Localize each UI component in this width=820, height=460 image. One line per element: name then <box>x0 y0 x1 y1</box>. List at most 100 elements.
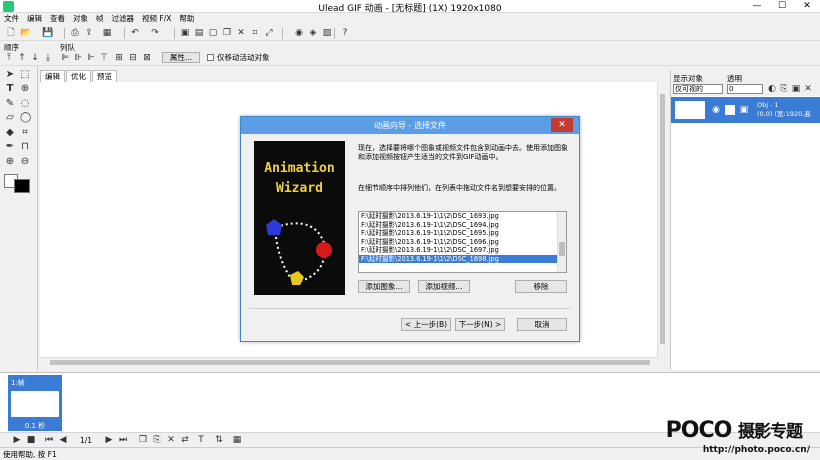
eyedropper-icon[interactable]: ✒ <box>5 142 15 152</box>
tween-icon[interactable]: ⇄ <box>180 435 190 445</box>
add-image-icon[interactable]: ▣ <box>180 28 190 38</box>
save-icon[interactable]: 💾 <box>42 28 53 38</box>
frame-select-icon[interactable]: ⊓ <box>20 142 30 152</box>
lock-box[interactable] <box>725 105 735 115</box>
menu-edit[interactable]: 编辑 <box>23 13 46 25</box>
close-button[interactable]: ✕ <box>794 0 820 13</box>
crop-tool-icon[interactable]: ⌗ <box>20 128 30 138</box>
browser-preview-icon[interactable]: ◉ <box>294 28 304 38</box>
add-video-button[interactable]: 添加视频... <box>418 280 470 293</box>
pointer-tool-icon[interactable]: ➤ <box>5 70 15 80</box>
file-list-scrollbar[interactable] <box>557 212 566 272</box>
zoom-out-icon[interactable]: ⊖ <box>20 157 30 167</box>
file-list-item[interactable]: F:\延时摄影\2013.6.19-1\1\2\DSC_1697.jpg <box>359 246 566 255</box>
ellipse-select-icon[interactable]: ◯ <box>20 113 31 123</box>
object-visible-icon[interactable]: ◐ <box>767 84 777 94</box>
image-settings-icon[interactable]: ▨ <box>322 28 332 38</box>
tab-optimize[interactable]: 优化 <box>66 70 91 82</box>
group-icon[interactable]: ⊞ <box>114 53 124 63</box>
add-frame-icon[interactable]: ❐ <box>138 435 148 445</box>
last-frame-icon[interactable]: ⏭ <box>118 435 128 445</box>
first-frame-icon[interactable]: ⏮ <box>44 435 54 445</box>
frame-thumbnail[interactable]: 1:帧 0.1 秒 <box>8 375 62 431</box>
file-list-item[interactable]: F:\延时摄影\2013.6.19-1\1\2\DSC_1695.jpg <box>359 229 566 238</box>
send-to-back-icon[interactable]: ⤓ <box>43 53 53 63</box>
tab-preview[interactable]: 预览 <box>92 70 117 82</box>
tab-edit[interactable]: 编辑 <box>40 70 65 82</box>
undo-icon[interactable]: ↶ <box>130 28 140 38</box>
export-icon[interactable]: ⇪ <box>84 28 94 38</box>
distribute-icon[interactable]: ⊠ <box>142 53 152 63</box>
zoom-in-icon[interactable]: ⊕ <box>5 157 15 167</box>
canvas-vertical-scrollbar[interactable] <box>657 82 667 357</box>
foreground-color-swatch[interactable] <box>14 179 30 193</box>
file-list-item-selected[interactable]: F:\延时摄影\2013.6.19-1\1\2\DSC_1698.jpg <box>359 254 566 263</box>
object-link-icon[interactable]: ⎘ <box>779 84 789 94</box>
marquee-tool-icon[interactable]: ⬚ <box>20 70 30 80</box>
add-image-button[interactable]: 添加图象... <box>358 280 410 293</box>
new-file-icon[interactable]: 🗋 <box>6 28 16 38</box>
next-frame-icon[interactable]: ▶ <box>104 435 114 445</box>
file-list-item[interactable]: F:\延时摄影\2013.6.19-1\1\2\DSC_1693.jpg <box>359 212 566 221</box>
crop-icon[interactable]: ⌗ <box>250 28 260 38</box>
next-button[interactable]: 下一步(N) > <box>455 318 505 331</box>
optimize-icon[interactable]: ◈ <box>308 28 318 38</box>
cancel-button[interactable]: 取消 <box>517 318 567 331</box>
align-top-icon[interactable]: ⊤ <box>99 53 109 63</box>
file-list-item[interactable]: F:\延时摄影\2013.6.19-1\1\2\DSC_1696.jpg <box>359 238 566 247</box>
ungroup-icon[interactable]: ⊟ <box>128 53 138 63</box>
remove-button[interactable]: 移除 <box>515 280 567 293</box>
object-delete-icon[interactable]: ✕ <box>803 84 813 94</box>
file-list[interactable]: F:\延时摄影\2013.6.19-1\1\2\DSC_1693.jpg F:\… <box>358 211 567 273</box>
paint-bucket-icon[interactable]: ◆ <box>5 128 15 138</box>
lasso-tool-icon[interactable]: ◌ <box>20 99 30 109</box>
stop-icon[interactable]: ■ <box>26 435 36 445</box>
resize-icon[interactable]: ⤢ <box>264 28 274 38</box>
canvas-horizontal-scrollbar[interactable] <box>40 357 657 367</box>
color-palette-icon[interactable]: ▦ <box>102 28 112 38</box>
align-right-icon[interactable]: ⊩ <box>86 53 96 63</box>
properties-button[interactable]: 属性... <box>162 52 200 63</box>
move-active-only-checkbox[interactable] <box>207 54 214 61</box>
text-tool-icon[interactable]: T <box>5 84 15 94</box>
object-row[interactable]: ◉ ▣ Obj - 1 (0,0) (宽:1920,高 <box>671 97 820 123</box>
display-objects-select[interactable]: 仅可视的 <box>673 84 723 94</box>
object-lock-icon[interactable]: ▣ <box>791 84 801 94</box>
minimize-button[interactable]: — <box>744 0 770 13</box>
menu-frame[interactable]: 帧 <box>92 13 108 25</box>
transparency-stepper[interactable]: 0 <box>727 84 763 94</box>
dialog-close-button[interactable]: ✕ <box>551 118 573 132</box>
eraser-tool-icon[interactable]: ▱ <box>5 113 15 123</box>
frame-delay[interactable]: 0.1 秒 <box>8 421 62 431</box>
menu-view[interactable]: 查看 <box>46 13 69 25</box>
print-icon[interactable]: ⎙ <box>70 28 80 38</box>
context-help-icon[interactable]: ? <box>340 28 350 38</box>
bring-to-front-icon[interactable]: ⤒ <box>4 53 14 63</box>
open-folder-icon[interactable]: 📂 <box>20 28 31 38</box>
send-backward-icon[interactable]: ↓ <box>30 53 40 63</box>
back-button[interactable]: < 上一步(B) <box>401 318 451 331</box>
edit-object-icon[interactable]: ▣ <box>739 105 749 115</box>
menu-file[interactable]: 文件 <box>0 13 23 25</box>
menu-help[interactable]: 帮助 <box>175 13 198 25</box>
maximize-button[interactable]: ☐ <box>769 0 795 13</box>
transform-tool-icon[interactable]: ⊕ <box>20 84 30 94</box>
eye-icon[interactable]: ◉ <box>711 105 721 115</box>
delete-frame-icon[interactable]: ✕ <box>236 28 246 38</box>
frame-properties-icon[interactable]: ▦ <box>232 435 242 445</box>
menu-video-fx[interactable]: 视频 F/X <box>138 13 175 25</box>
add-blank-frame-icon[interactable]: ▢ <box>208 28 218 38</box>
prev-frame-icon[interactable]: ◀ <box>58 435 68 445</box>
align-center-icon[interactable]: ⊪ <box>73 53 83 63</box>
copy-frame-icon[interactable]: ⎘ <box>152 435 162 445</box>
play-icon[interactable]: ▶ <box>12 435 22 445</box>
add-video-icon[interactable]: ▤ <box>194 28 204 38</box>
redo-icon[interactable]: ↷ <box>150 28 160 38</box>
bring-forward-icon[interactable]: ↑ <box>17 53 27 63</box>
menu-object[interactable]: 对象 <box>69 13 92 25</box>
banner-text-icon[interactable]: T <box>196 435 206 445</box>
delete-frame-bar-icon[interactable]: ✕ <box>166 435 176 445</box>
file-list-item[interactable]: F:\延时摄影\2013.6.19-1\1\2\DSC_1694.jpg <box>359 221 566 230</box>
duplicate-frame-icon[interactable]: ❐ <box>222 28 232 38</box>
menu-filter[interactable]: 过滤器 <box>108 13 139 25</box>
